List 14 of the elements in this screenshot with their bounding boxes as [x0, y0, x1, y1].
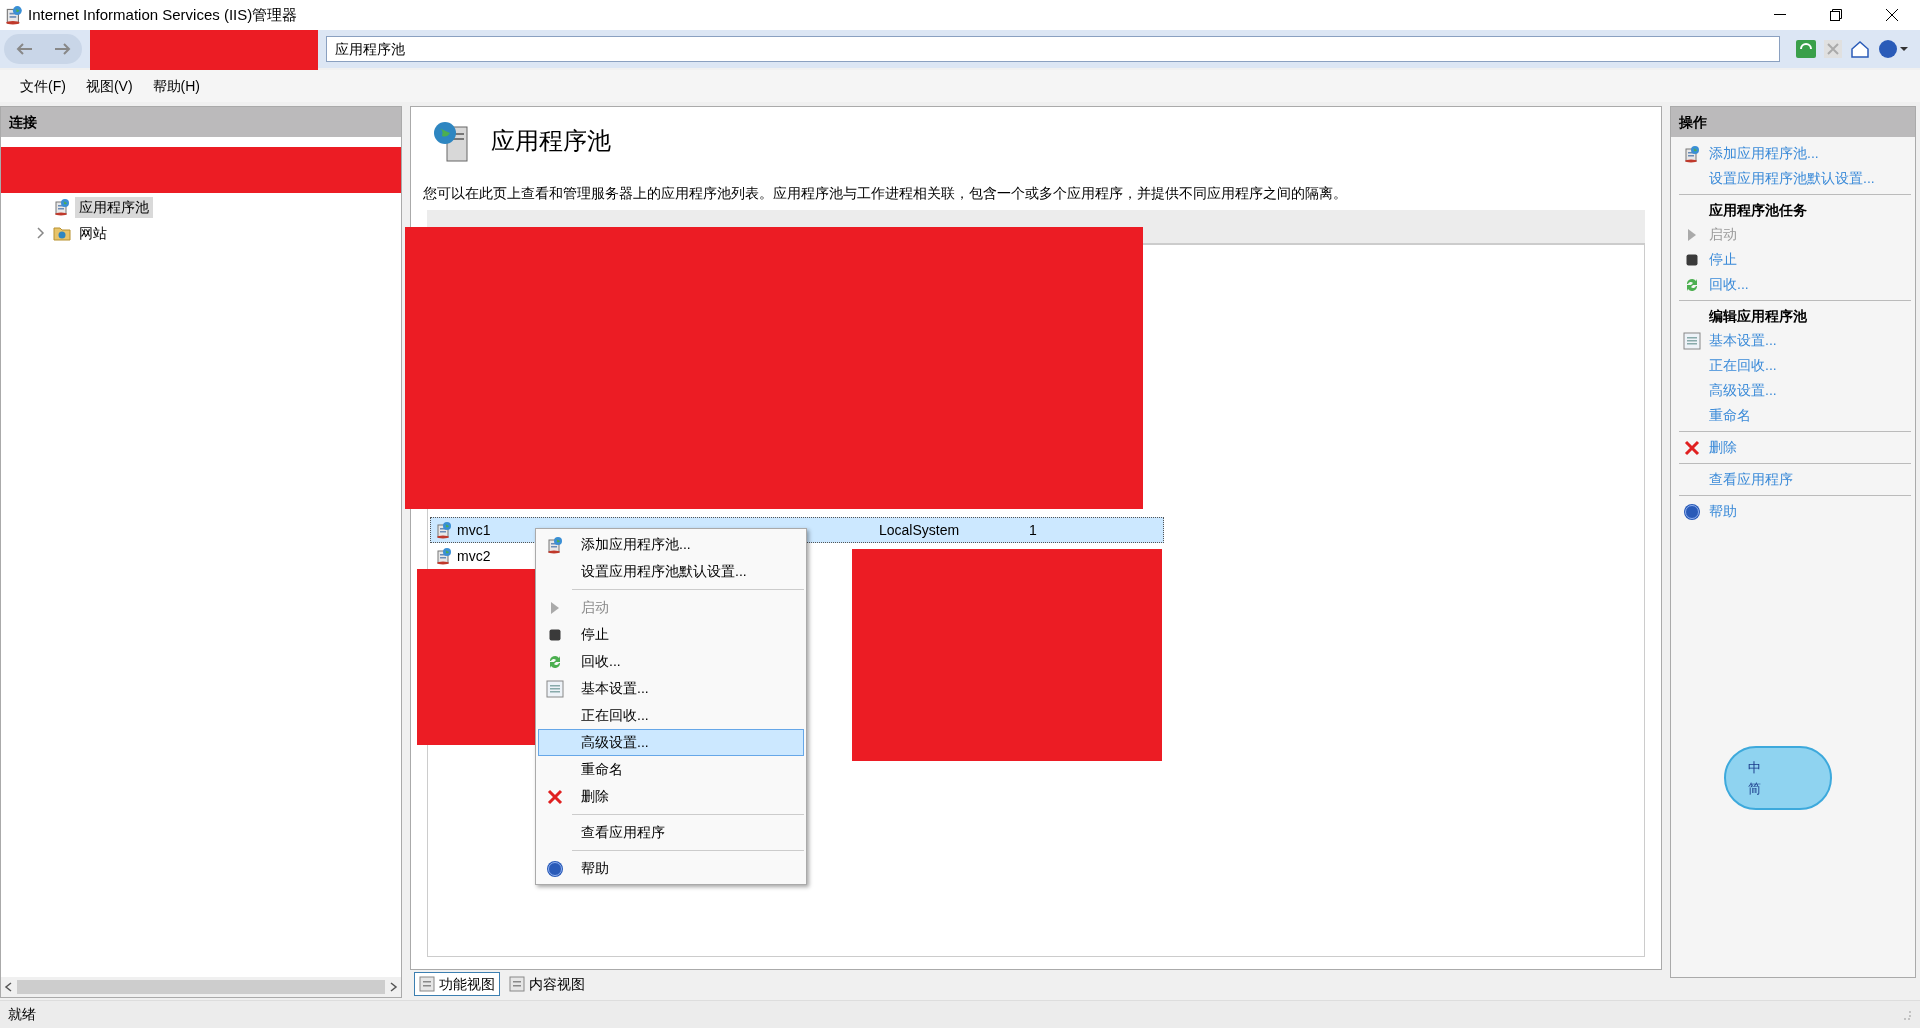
panel-header: 操作	[1671, 107, 1915, 137]
status-text: 就绪	[8, 1005, 36, 1024]
table-cell-text: mvc1	[457, 520, 491, 540]
page-title: 应用程序池	[491, 126, 611, 156]
section-heading: 编辑应用程序池	[1709, 306, 1807, 326]
section-heading: 应用程序池任务	[1709, 200, 1807, 220]
ime-label: 中	[1748, 758, 1762, 777]
page-description: 您可以在此页上查看和管理服务器上的应用程序池列表。应用程序池与工作进程相关联，包含一个或多个应用程序，并提供不同应用程序之间的隔离。	[423, 184, 1348, 203]
table-cell: LocalSystem	[879, 521, 960, 538]
panel-header: 连接	[1, 107, 401, 137]
table-cell-text: mvc2	[457, 546, 491, 566]
table-cell: 1	[1029, 521, 1037, 538]
ime-label: 简	[1748, 780, 1762, 798]
window-title: Internet Information Services (IIS)管理器	[28, 4, 298, 25]
